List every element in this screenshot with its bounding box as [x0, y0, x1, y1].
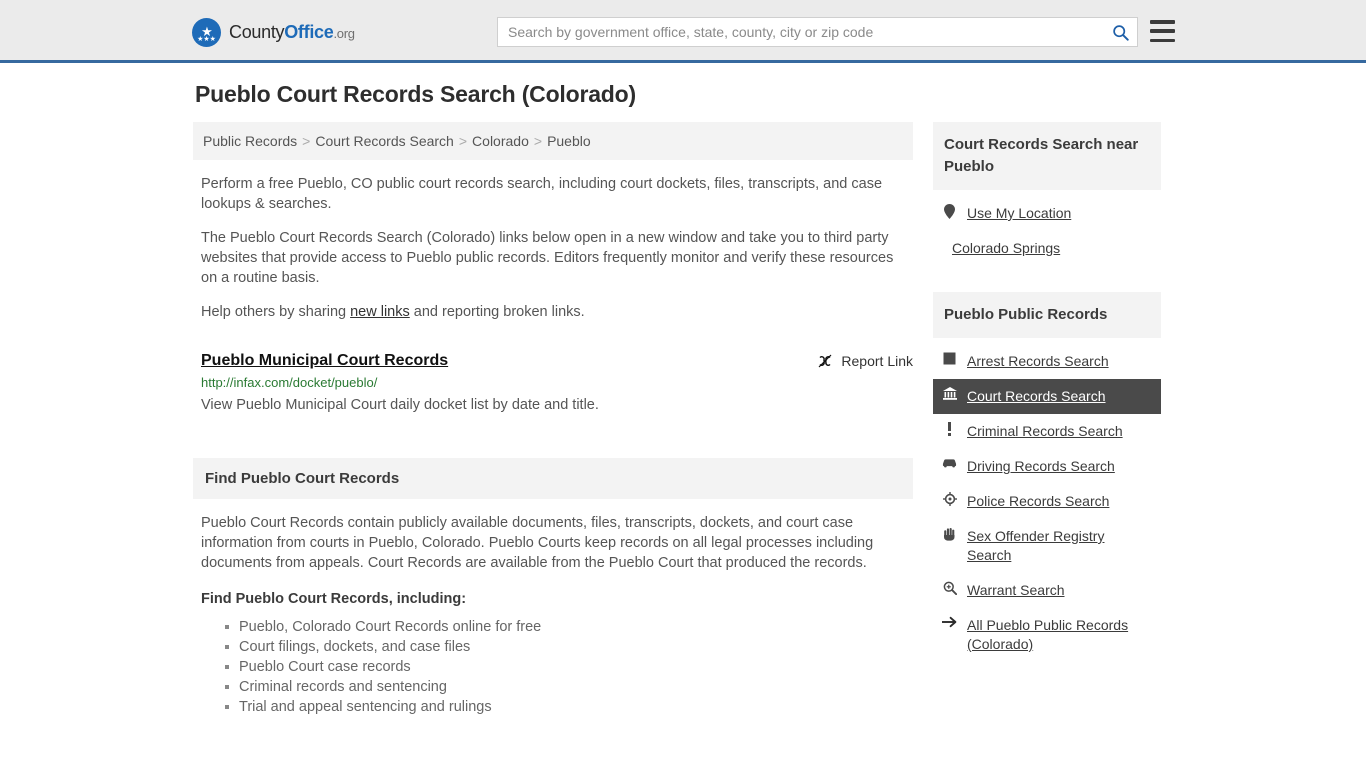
sidebar-item-colorado-springs[interactable]: Colorado Springs	[933, 231, 1161, 266]
search-box[interactable]	[497, 17, 1138, 47]
sidebar-item-warrant-search[interactable]: Warrant Search	[933, 573, 1161, 608]
exclamation-icon	[942, 422, 957, 436]
logo-text-part2: Office	[284, 22, 334, 42]
sidebar-public-records-list: Arrest Records Search Court Records Sear…	[933, 344, 1161, 662]
page-title: Pueblo Court Records Search (Colorado)	[195, 81, 636, 107]
share-text-post: and reporting broken links.	[409, 304, 585, 320]
sidebar-item-label[interactable]: Arrest Records Search	[967, 352, 1109, 371]
intro-paragraph-3: Help others by sharing new links and rep…	[201, 302, 913, 322]
breadcrumb-separator: >	[302, 133, 311, 149]
sidebar-item-label[interactable]: Driving Records Search	[967, 457, 1115, 476]
logo-text-part1: County	[229, 22, 285, 42]
list-item: Trial and appeal sentencing and rulings	[225, 697, 913, 717]
site-logo[interactable]: ★ ★★★ CountyOffice.org	[192, 18, 355, 47]
main-content: Public Records > Court Records Search > Colo…	[193, 122, 913, 717]
square-icon	[942, 352, 957, 365]
list-item: Pueblo, Colorado Court Records online fo…	[225, 617, 913, 637]
sidebar-item-label[interactable]: Sex Offender Registry Search	[967, 527, 1152, 565]
sidebar-item-use-my-location[interactable]: Use My Location	[933, 196, 1161, 231]
intro-paragraph-2: The Pueblo Court Records Search (Colorad…	[201, 230, 894, 286]
breadcrumb-separator: >	[533, 133, 543, 149]
find-records-subheading: Find Pueblo Court Records, including:	[201, 591, 467, 607]
sidebar-item-label[interactable]: Criminal Records Search	[967, 422, 1123, 441]
sidebar-item-label[interactable]: Colorado Springs	[952, 239, 1060, 258]
map-pin-icon	[942, 204, 957, 219]
sidebar-item-arrest-records-search[interactable]: Arrest Records Search	[933, 344, 1161, 379]
car-icon	[942, 457, 957, 468]
breadcrumb-item-colorado[interactable]: Colorado	[472, 133, 529, 149]
sidebar-item-all-pueblo-public-records[interactable]: All Pueblo Public Records (Colorado)	[933, 608, 1161, 662]
sidebar-item-driving-records-search[interactable]: Driving Records Search	[933, 449, 1161, 484]
find-records-bullet-list: Pueblo, Colorado Court Records online fo…	[201, 617, 913, 717]
list-item: Criminal records and sentencing	[225, 677, 913, 697]
link-result-title[interactable]: Pueblo Municipal Court Records	[201, 352, 448, 370]
sidebar-item-criminal-records-search[interactable]: Criminal Records Search	[933, 414, 1161, 449]
link-result: Pueblo Municipal Court Records Report Li…	[201, 352, 913, 413]
sidebar-item-court-records-search[interactable]: Court Records Search	[933, 379, 1161, 414]
find-records-body: Pueblo Court Records contain publicly av…	[201, 513, 913, 717]
breadcrumb-item-public-records[interactable]: Public Records	[203, 133, 297, 149]
sidebar-item-sex-offender-registry-search[interactable]: Sex Offender Registry Search	[933, 519, 1161, 573]
sidebar-item-label[interactable]: Court Records Search	[967, 387, 1106, 406]
share-text-pre: Help others by sharing	[201, 304, 351, 320]
site-header: ★ ★★★ CountyOffice.org	[0, 0, 1366, 63]
list-item: Pueblo Court case records	[225, 657, 913, 677]
sidebar: Court Records Search near Pueblo Use My …	[933, 122, 1161, 717]
report-link-label: Report Link	[841, 353, 913, 369]
hand-icon	[942, 527, 957, 541]
breadcrumb-separator: >	[458, 133, 468, 149]
sidebar-item-police-records-search[interactable]: Police Records Search	[933, 484, 1161, 519]
breadcrumb: Public Records > Court Records Search > Colo…	[193, 122, 913, 160]
broken-link-icon	[818, 354, 832, 368]
eagle-seal-icon: ★ ★★★	[192, 18, 221, 47]
sidebar-item-label[interactable]: All Pueblo Public Records (Colorado)	[967, 616, 1152, 654]
intro-paragraph-1: Perform a free Pueblo, CO public court r…	[201, 176, 883, 212]
list-item: Court filings, dockets, and case files	[225, 637, 913, 657]
sidebar-item-label[interactable]: Police Records Search	[967, 492, 1109, 511]
link-result-url: http://infax.com/docket/pueblo/	[201, 375, 378, 390]
logo-text: CountyOffice.org	[229, 22, 355, 43]
breadcrumb-item-pueblo[interactable]: Pueblo	[547, 133, 591, 149]
sidebar-item-label[interactable]: Warrant Search	[967, 581, 1065, 600]
search-icon	[1112, 24, 1129, 41]
page-body: Pueblo Court Records Search (Colorado) P…	[0, 63, 1366, 717]
search-input[interactable]	[498, 18, 1103, 46]
logo-text-part3: .org	[333, 26, 355, 41]
sidebar-public-records-heading: Pueblo Public Records	[933, 292, 1161, 338]
find-records-heading: Find Pueblo Court Records	[193, 458, 913, 499]
hamburger-menu-icon[interactable]	[1150, 20, 1175, 42]
breadcrumb-item-court-records-search[interactable]: Court Records Search	[315, 133, 454, 149]
sidebar-near-heading: Court Records Search near Pueblo	[933, 122, 1161, 190]
new-links-link[interactable]: new links	[350, 304, 410, 320]
magnifier-plus-icon	[942, 581, 957, 595]
sidebar-near-list: Use My Location Colorado Springs	[933, 196, 1161, 266]
courthouse-icon	[942, 387, 957, 400]
police-badge-icon	[942, 492, 957, 506]
report-link-button[interactable]: Report Link	[817, 353, 913, 369]
arrow-right-icon	[942, 616, 957, 628]
search-button[interactable]	[1103, 18, 1137, 46]
sidebar-item-label[interactable]: Use My Location	[967, 204, 1071, 223]
find-records-paragraph: Pueblo Court Records contain publicly av…	[201, 515, 874, 571]
link-result-description: View Pueblo Municipal Court daily docket…	[201, 397, 599, 413]
